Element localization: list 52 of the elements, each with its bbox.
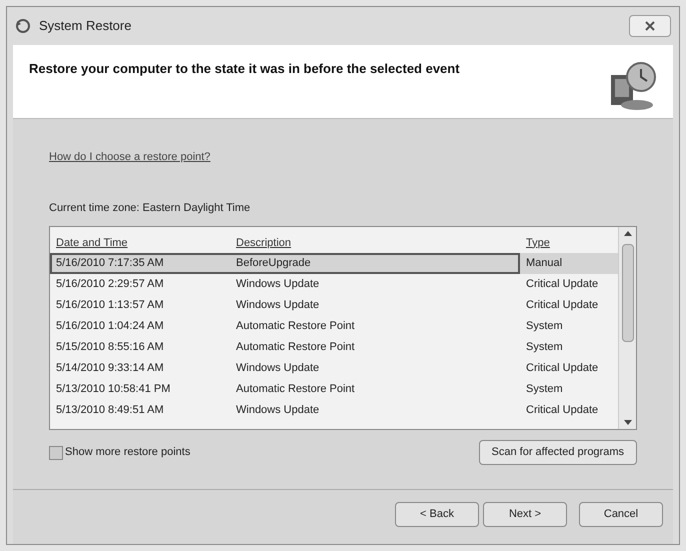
- column-header[interactable]: Date and Time: [50, 234, 230, 252]
- checkbox-label: Show more restore points: [65, 445, 190, 460]
- table-cell-text: Windows Update: [235, 298, 320, 314]
- table-cell-text: 5/15/2010 8:55:16 AM: [55, 340, 165, 356]
- table-cell-text: Critical Update: [525, 277, 600, 292]
- table-cell-text: Manual: [525, 256, 564, 272]
- table-cell-text: Automatic Restore Point: [235, 382, 356, 398]
- table-cell-text: Windows Update: [235, 403, 320, 418]
- close-icon: [645, 21, 655, 31]
- table-cell-text: 5/16/2010 1:04:24 AM: [55, 319, 165, 334]
- column-header[interactable]: Description: [230, 234, 520, 252]
- back-button[interactable]: < Back: [395, 502, 479, 527]
- table-row[interactable]: 5/16/2010 2:29:57 AM Windows Update Critical Update: [50, 274, 618, 295]
- table-cell-text: Critical Update: [525, 403, 600, 418]
- table-row[interactable]: 5/15/2010 8:55:16 AM Automatic Restore Point System: [50, 337, 618, 358]
- table-row[interactable]: 5/16/2010 1:13:57 AM Windows Update Critical Update: [50, 295, 618, 316]
- table-cell-text: 5/14/2010 9:33:14 AM: [55, 361, 165, 376]
- table-row[interactable]: 5/16/2010 1:04:24 AM Automatic Restore Point System: [50, 316, 618, 337]
- table-cell-text: 5/13/2010 8:49:51 AM: [55, 403, 165, 418]
- scroll-up-icon: [624, 231, 632, 236]
- cancel-button[interactable]: Cancel: [579, 502, 663, 527]
- table-row[interactable]: 5/16/2010 7:17:35 AM BeforeUpgrade Manual: [50, 253, 618, 274]
- restore-icon: [15, 18, 31, 34]
- table-cell-text: 5/16/2010 7:17:35 AM: [55, 256, 165, 272]
- scan-button[interactable]: Scan for affected programs: [478, 440, 637, 465]
- table-cell-text: BeforeUpgrade: [235, 256, 312, 272]
- table-cell-text: Automatic Restore Point: [235, 319, 356, 334]
- table-cell-text: Windows Update: [235, 277, 320, 292]
- scrollbar[interactable]: [618, 227, 636, 429]
- help-link[interactable]: How do I choose a restore point?: [49, 149, 210, 166]
- window-title: System Restore: [39, 17, 132, 36]
- column-header[interactable]: Type: [520, 234, 618, 252]
- scrollbar-thumb[interactable]: [622, 244, 634, 342]
- table-row[interactable]: 5/13/2010 10:58:41 PM Automatic Restore Point System: [50, 379, 618, 400]
- table-cell-text: 5/16/2010 1:13:57 AM: [55, 298, 165, 314]
- next-button[interactable]: Next >: [483, 502, 567, 527]
- close-button[interactable]: [629, 15, 671, 37]
- header-heading: Restore your computer to the state it was in before the selected event: [29, 60, 460, 78]
- table-cell-text: Windows Update: [235, 361, 320, 376]
- scroll-down-icon: [624, 420, 632, 425]
- table-cell-text: System: [525, 319, 564, 334]
- table-row[interactable]: 5/13/2010 8:49:51 AM Windows Update Critical Update: [50, 400, 618, 421]
- table-cell-text: Critical Update: [525, 361, 600, 376]
- checkbox[interactable]: [49, 446, 63, 460]
- table-row[interactable]: 5/14/2010 9:33:14 AM Windows Update Critical Update: [50, 358, 618, 379]
- table-cell-text: 5/16/2010 2:29:57 AM: [55, 277, 165, 292]
- table-cell-text: Automatic Restore Point: [235, 340, 356, 356]
- table-cell-text: Critical Update: [525, 298, 600, 314]
- table-cell-text: System: [525, 340, 564, 356]
- time-zone-label: Current time zone: Eastern Daylight Time: [49, 200, 252, 216]
- table-cell-text: System: [525, 382, 564, 398]
- table-cell-text: 5/13/2010 10:58:41 PM: [55, 382, 172, 398]
